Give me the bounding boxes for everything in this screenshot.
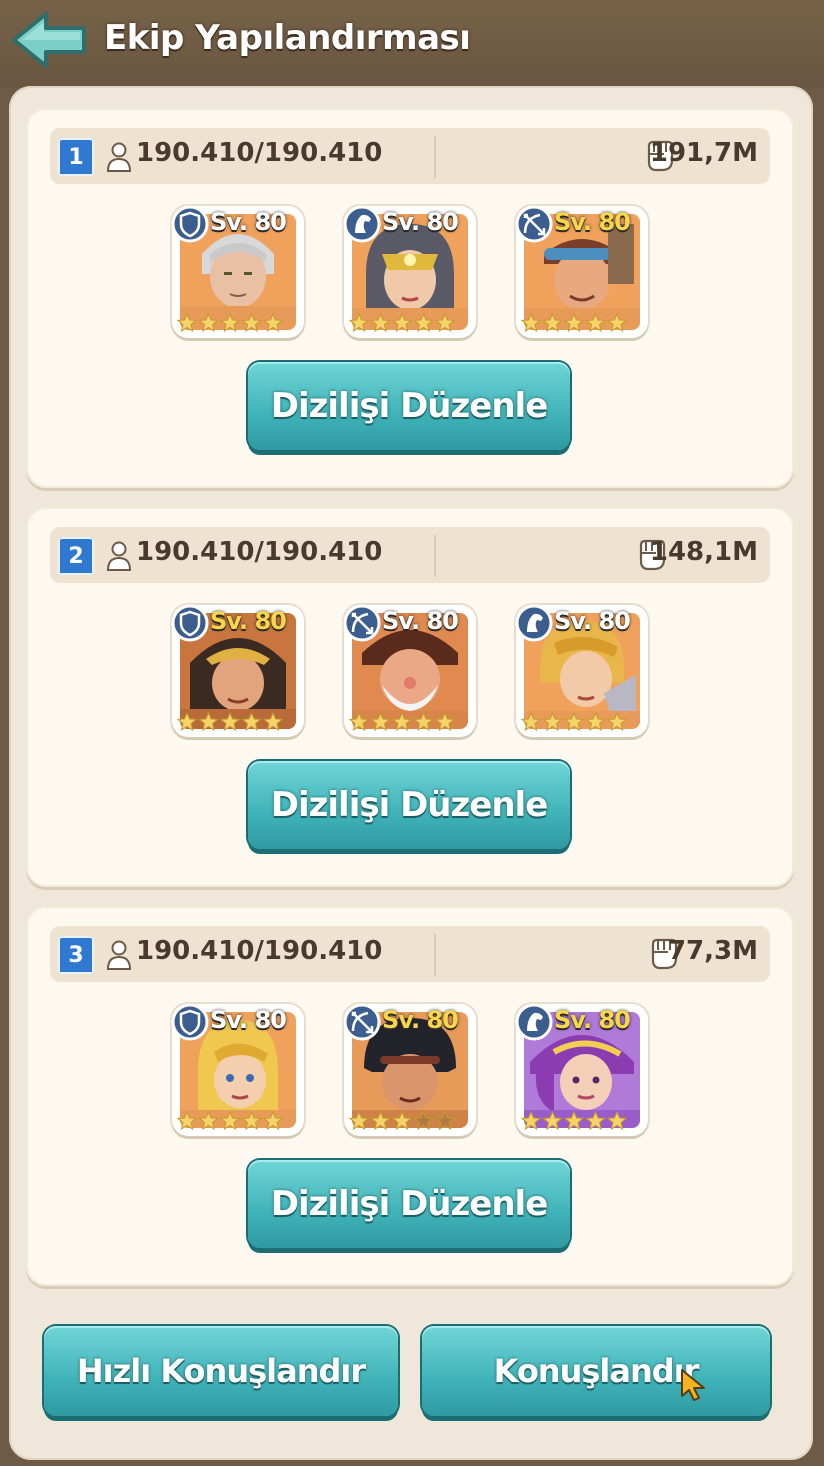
hero-level: Sv. 80 (554, 607, 631, 635)
troop-capacity: 190.410/190.410 (136, 537, 383, 567)
hero-slot[interactable]: Sv. 80 (515, 1003, 648, 1136)
crossbow-icon (515, 205, 553, 243)
mouse-cursor-icon (681, 1369, 705, 1401)
horse-icon (515, 1003, 553, 1041)
hero-level: Sv. 80 (210, 208, 287, 236)
hero-slot[interactable]: Sv. 80 (171, 604, 304, 737)
star-rating (348, 711, 456, 732)
crossbow-icon (343, 604, 381, 642)
quick-deploy-button[interactable]: Hızlı Konuşlandır (44, 1326, 398, 1416)
team-power: 191,7M (649, 138, 758, 168)
header-divider (434, 535, 436, 577)
team-number-badge: 2 (58, 537, 94, 575)
deploy-button[interactable]: Konuşlandır (422, 1326, 770, 1416)
edit-formation-button[interactable]: Dizilişi Düzenle (248, 761, 570, 849)
team-card-1: 1 190.410/190.410 191,7M Sv. 80 Sv. 80 S… (26, 108, 794, 488)
star-rating (176, 312, 284, 333)
hero-level: Sv. 80 (554, 208, 631, 236)
hero-level: Sv. 80 (382, 607, 459, 635)
hero-slot[interactable]: Sv. 80 (343, 1003, 476, 1136)
horse-icon (515, 604, 553, 642)
troop-capacity: 190.410/190.410 (136, 138, 383, 168)
hero-level: Sv. 80 (382, 208, 459, 236)
edit-formation-button[interactable]: Dizilişi Düzenle (248, 362, 570, 450)
hero-level: Sv. 80 (210, 1006, 287, 1034)
person-icon (106, 541, 132, 571)
person-icon (106, 142, 132, 172)
star-rating (348, 312, 456, 333)
team-header: 3 190.410/190.410 77,3M (50, 926, 770, 982)
edit-formation-button[interactable]: Dizilişi Düzenle (248, 1160, 570, 1248)
star-rating (520, 711, 628, 732)
header-divider (434, 934, 436, 976)
top-bar: Ekip Yapılandırması (0, 0, 824, 88)
team-card-3: 3 190.410/190.410 77,3M Sv. 80 Sv. 80 Sv… (26, 906, 794, 1286)
hero-level: Sv. 80 (210, 607, 287, 635)
back-arrow-icon[interactable] (10, 10, 90, 70)
hero-slot[interactable]: Sv. 80 (343, 205, 476, 338)
hero-slot[interactable]: Sv. 80 (515, 205, 648, 338)
shield-icon (171, 1003, 209, 1041)
shield-icon (171, 604, 209, 642)
hero-slot[interactable]: Sv. 80 (343, 604, 476, 737)
star-rating (520, 312, 628, 333)
star-rating (348, 1110, 456, 1131)
star-rating (520, 1110, 628, 1131)
team-power: 77,3M (667, 936, 758, 966)
star-rating (176, 711, 284, 732)
team-number-badge: 3 (58, 936, 94, 974)
shield-icon (171, 205, 209, 243)
team-header: 2 190.410/190.410 148,1M (50, 527, 770, 583)
troop-capacity: 190.410/190.410 (136, 936, 383, 966)
team-card-2: 2 190.410/190.410 148,1M Sv. 80 Sv. 80 S… (26, 507, 794, 887)
star-rating (176, 1110, 284, 1131)
crossbow-icon (343, 1003, 381, 1041)
team-number-badge: 1 (58, 138, 94, 176)
hero-level: Sv. 80 (382, 1006, 459, 1034)
hero-slot[interactable]: Sv. 80 (515, 604, 648, 737)
horse-icon (343, 205, 381, 243)
header-divider (434, 136, 436, 178)
team-power: 148,1M (649, 537, 758, 567)
hero-slot[interactable]: Sv. 80 (171, 1003, 304, 1136)
page-title: Ekip Yapılandırması (104, 18, 471, 58)
person-icon (106, 940, 132, 970)
team-header: 1 190.410/190.410 191,7M (50, 128, 770, 184)
hero-slot[interactable]: Sv. 80 (171, 205, 304, 338)
hero-level: Sv. 80 (554, 1006, 631, 1034)
